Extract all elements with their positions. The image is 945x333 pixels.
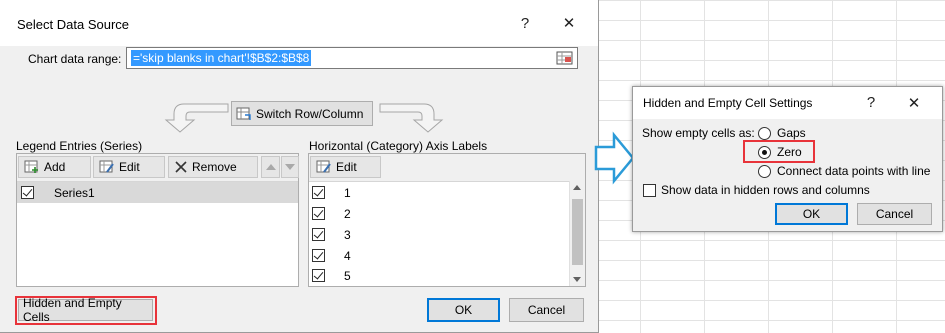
right-curved-arrow-icon bbox=[379, 103, 444, 133]
move-down-button[interactable] bbox=[281, 156, 299, 178]
switch-row-column-button[interactable]: Switch Row/Column bbox=[231, 101, 373, 126]
gaps-radio[interactable] bbox=[758, 127, 771, 140]
move-up-button[interactable] bbox=[261, 156, 280, 178]
ok-button[interactable]: OK bbox=[775, 203, 848, 225]
dialog-title: Select Data Source bbox=[17, 17, 130, 32]
zero-highlight bbox=[743, 140, 815, 163]
hidden-empty-cell-settings-dialog: Hidden and Empty Cell Settings ? ✕ Show … bbox=[632, 86, 943, 232]
right-arrow-icon bbox=[594, 131, 635, 185]
chart-range-value: ='skip blanks in chart'!$B$2:$B$8 bbox=[131, 50, 312, 66]
cancel-label: Cancel bbox=[527, 303, 566, 317]
axis-label-value: 5 bbox=[344, 269, 351, 283]
edit-label: Edit bbox=[119, 160, 140, 174]
axis-labels-header: Horizontal (Category) Axis Labels bbox=[309, 139, 488, 153]
add-label: Add bbox=[44, 160, 66, 174]
show-empty-cells-label: Show empty cells as: bbox=[642, 126, 755, 140]
range-picker-icon[interactable] bbox=[556, 50, 574, 66]
axis-labels-list: Edit 1 2 3 4 5 bbox=[308, 153, 586, 287]
connect-line-radio[interactable] bbox=[758, 165, 771, 178]
hidden-cells-highlight bbox=[15, 296, 157, 325]
switch-row-column-label: Switch Row/Column bbox=[256, 106, 364, 121]
vertical-scrollbar[interactable] bbox=[569, 181, 585, 286]
axis-label-row[interactable]: 2 bbox=[309, 203, 585, 224]
axis-label-checkbox[interactable] bbox=[312, 207, 325, 220]
show-hidden-checkbox[interactable] bbox=[643, 184, 656, 197]
dialog-title: Hidden and Empty Cell Settings bbox=[643, 96, 813, 110]
edit-icon bbox=[316, 160, 332, 174]
axis-label-checkbox[interactable] bbox=[312, 269, 325, 282]
add-icon bbox=[24, 160, 40, 174]
series-name: Series1 bbox=[54, 186, 95, 200]
axis-label-row[interactable]: 3 bbox=[309, 224, 585, 245]
remove-x-icon bbox=[174, 160, 188, 174]
close-button[interactable]: ✕ bbox=[559, 14, 579, 32]
series-row[interactable]: Series1 bbox=[17, 182, 298, 203]
edit-axis-labels-button[interactable]: Edit bbox=[310, 156, 381, 178]
scroll-down-arrow-icon[interactable] bbox=[573, 277, 581, 282]
chart-range-label: Chart data range: bbox=[28, 52, 122, 66]
title-bar: Select Data Source ? ✕ bbox=[0, 0, 598, 46]
axis-label-value: 4 bbox=[344, 249, 351, 263]
axis-label-value: 1 bbox=[344, 186, 351, 200]
left-curved-arrow-icon bbox=[164, 103, 229, 133]
legend-toolbar: Add Edit Remove bbox=[17, 154, 299, 182]
axis-label-row[interactable]: 1 bbox=[309, 182, 585, 203]
triangle-down-icon bbox=[285, 164, 295, 170]
gaps-label: Gaps bbox=[777, 126, 806, 140]
help-button[interactable]: ? bbox=[515, 15, 535, 32]
cancel-button[interactable]: Cancel bbox=[509, 298, 584, 322]
axis-label-checkbox[interactable] bbox=[312, 249, 325, 262]
ok-button[interactable]: OK bbox=[427, 298, 500, 322]
scroll-up-arrow-icon[interactable] bbox=[573, 185, 581, 190]
remove-series-button[interactable]: Remove bbox=[168, 156, 258, 178]
remove-label: Remove bbox=[192, 160, 237, 174]
title-bar: Hidden and Empty Cell Settings ? ✕ bbox=[633, 87, 942, 119]
show-hidden-label: Show data in hidden rows and columns bbox=[661, 183, 870, 197]
axis-label-checkbox[interactable] bbox=[312, 228, 325, 241]
scroll-thumb[interactable] bbox=[572, 199, 583, 265]
cancel-button[interactable]: Cancel bbox=[857, 203, 932, 225]
connect-line-label: Connect data points with line bbox=[777, 164, 931, 178]
axis-label-value: 3 bbox=[344, 228, 351, 242]
ok-label: OK bbox=[454, 303, 473, 317]
add-series-button[interactable]: Add bbox=[18, 156, 91, 178]
axis-label-value: 2 bbox=[344, 207, 351, 221]
switch-icon bbox=[236, 107, 252, 121]
axis-label-checkbox[interactable] bbox=[312, 186, 325, 199]
axis-label-row[interactable]: 4 bbox=[309, 245, 585, 266]
legend-entries-header: Legend Entries (Series) bbox=[16, 139, 143, 153]
cancel-label: Cancel bbox=[875, 207, 914, 221]
axis-edit-label: Edit bbox=[336, 160, 357, 174]
axis-toolbar: Edit bbox=[309, 154, 585, 182]
select-data-source-dialog: Select Data Source ? ✕ Chart data range:… bbox=[0, 0, 599, 333]
legend-entries-list: Add Edit Remove Series1 bbox=[16, 153, 299, 287]
edit-icon bbox=[99, 160, 115, 174]
edit-series-button[interactable]: Edit bbox=[93, 156, 165, 178]
axis-label-row[interactable]: 5 bbox=[309, 266, 585, 287]
close-button[interactable]: ✕ bbox=[904, 94, 924, 112]
chart-range-input[interactable]: ='skip blanks in chart'!$B$2:$B$8 bbox=[126, 47, 578, 69]
ok-label: OK bbox=[802, 207, 821, 221]
series-checkbox[interactable] bbox=[21, 186, 34, 199]
triangle-up-icon bbox=[265, 164, 276, 170]
help-button[interactable]: ? bbox=[861, 94, 881, 111]
